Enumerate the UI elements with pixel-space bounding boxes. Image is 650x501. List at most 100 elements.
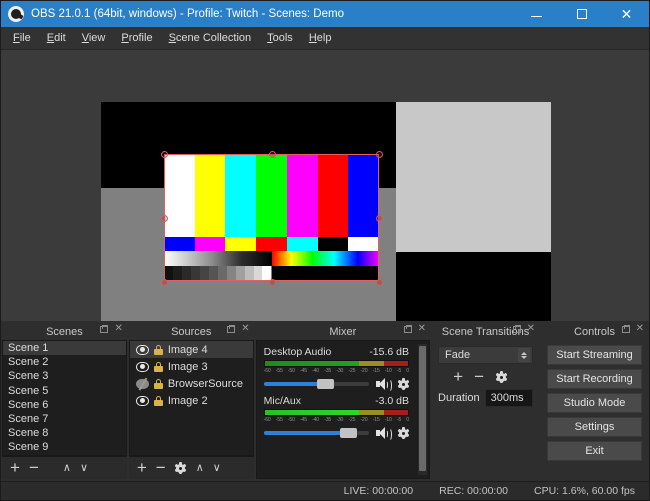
mixer-scrollbar-thumb[interactable] (419, 346, 426, 471)
sources-list[interactable]: Image 4 Image 3 BrowserSourceImage 2 (130, 341, 253, 409)
duration-input[interactable]: 300ms (485, 389, 533, 407)
meter-tick: -15 (373, 417, 380, 423)
audio-properties-gear-icon[interactable] (397, 378, 409, 390)
scene-list-item[interactable]: Scene 6 (3, 398, 126, 412)
control-button[interactable]: Start Recording (547, 369, 642, 389)
scene-list-item[interactable]: Scene 2 (3, 355, 126, 369)
volume-meter (264, 360, 409, 367)
maximize-button[interactable] (559, 1, 604, 27)
meter-tick: -30 (336, 368, 343, 374)
grayscale-steps-row (164, 266, 379, 281)
scenes-list-body[interactable]: Scene 1Scene 2Scene 3Scene 5Scene 6Scene… (2, 340, 127, 456)
source-list-item[interactable]: Image 3 (130, 358, 253, 375)
lock-icon[interactable] (154, 345, 163, 355)
color-bars-row-inverted (164, 237, 379, 251)
scene-list-item[interactable]: Scene 10 (3, 455, 126, 457)
obs-logo-icon (8, 6, 24, 22)
menu-tools[interactable]: Tools (259, 29, 301, 47)
window-title: OBS 21.0.1 (64bit, windows) - Profile: T… (31, 8, 344, 20)
color-bar-inverted (225, 237, 256, 251)
scenes-dock-title: Scenes (46, 326, 83, 338)
menu-scene-collection[interactable]: Scene Collection (161, 29, 260, 47)
menu-file[interactable]: File (5, 29, 39, 47)
move-source-down-button[interactable]: ∨ (213, 461, 221, 475)
scene-list-item[interactable]: Scene 1 (3, 341, 126, 355)
float-icon[interactable] (227, 326, 235, 333)
float-icon[interactable] (622, 326, 630, 333)
scene-list-item[interactable]: Scene 9 (3, 440, 126, 454)
move-source-up-button[interactable]: ∧ (196, 461, 204, 475)
meter-tick: -40 (312, 368, 319, 374)
mixer-source-level: -15.6 dB (369, 346, 409, 358)
source-list-item[interactable]: BrowserSource (130, 375, 253, 392)
scene-list-item[interactable]: Scene 3 (3, 369, 126, 383)
source-test-pattern[interactable] (164, 154, 379, 281)
scene-list-item[interactable]: Scene 8 (3, 426, 126, 440)
source-list-item[interactable]: Image 4 (130, 341, 253, 358)
float-icon[interactable] (100, 326, 108, 333)
gray-step (218, 266, 227, 281)
meter-tick: -35 (324, 368, 331, 374)
close-icon[interactable]: ✕ (636, 325, 644, 333)
volume-slider[interactable] (264, 382, 369, 386)
close-icon[interactable]: ✕ (527, 325, 535, 333)
remove-transition-button[interactable]: − (474, 370, 484, 384)
minimize-button[interactable] (514, 1, 559, 27)
transition-select-spinner-icon[interactable] (518, 348, 530, 362)
move-scene-up-button[interactable]: ∧ (63, 461, 71, 475)
mixer-scrollbar[interactable] (418, 344, 427, 475)
meter-tick: -20 (361, 417, 368, 423)
remove-scene-button[interactable]: − (29, 461, 39, 475)
preview-area[interactable] (1, 50, 649, 321)
scene-list-item[interactable]: Scene 7 (3, 412, 126, 426)
speaker-mute-icon[interactable] (376, 427, 390, 439)
lock-icon[interactable] (154, 396, 163, 406)
add-scene-button[interactable]: + (10, 461, 20, 475)
menu-edit[interactable]: Edit (39, 29, 74, 47)
transition-select[interactable]: Fade (438, 346, 533, 364)
eye-off-icon[interactable] (136, 379, 149, 389)
transition-properties-gear-icon[interactable] (495, 371, 507, 383)
control-button[interactable]: Studio Mode (547, 393, 642, 413)
menu-help[interactable]: Help (301, 29, 340, 47)
speaker-mute-icon[interactable] (376, 378, 390, 390)
close-button[interactable]: ✕ (604, 1, 649, 27)
float-icon[interactable] (404, 326, 412, 333)
meter-tick: -60 (264, 417, 271, 423)
float-icon[interactable] (513, 326, 521, 333)
meter-tick: -10 (385, 368, 392, 374)
grayscale-gradient (164, 251, 272, 266)
meter-tick: 0 (406, 368, 409, 374)
mixer-body[interactable]: Desktop Audio-15.6 dB-60-55-50-45-40-35-… (256, 340, 430, 479)
scenes-toolbar: + − ∧ ∨ (2, 456, 127, 479)
source-list-item[interactable]: Image 2 (130, 392, 253, 409)
add-transition-button[interactable]: + (453, 370, 463, 384)
sources-dock: Sources ✕ Image 4Image 3BrowserSourceIma… (129, 323, 254, 479)
scenes-list[interactable]: Scene 1Scene 2Scene 3Scene 5Scene 6Scene… (3, 341, 126, 456)
preview-canvas[interactable] (101, 102, 551, 321)
source-label: Image 3 (168, 361, 208, 373)
lock-icon[interactable] (154, 379, 163, 389)
menu-view[interactable]: View (74, 29, 114, 47)
close-icon[interactable]: ✕ (114, 325, 122, 333)
move-scene-down-button[interactable]: ∨ (80, 461, 88, 475)
mixer-dock: Mixer ✕ Desktop Audio-15.6 dB-60-55-50-4… (256, 323, 430, 479)
menu-profile[interactable]: Profile (113, 29, 160, 47)
control-button[interactable]: Settings (547, 417, 642, 437)
sources-list-body[interactable]: Image 4 Image 3 BrowserSourceImage 2 (129, 340, 254, 456)
scene-list-item[interactable]: Scene 5 (3, 384, 126, 398)
lock-icon[interactable] (154, 362, 163, 372)
remove-source-button[interactable]: − (156, 461, 166, 475)
control-button[interactable]: Exit (547, 441, 642, 461)
color-bar-inverted (348, 237, 379, 251)
eye-icon[interactable] (136, 396, 149, 406)
eye-icon[interactable] (136, 362, 149, 372)
close-icon[interactable]: ✕ (241, 325, 249, 333)
source-properties-gear-icon[interactable] (175, 462, 187, 474)
close-icon[interactable]: ✕ (418, 325, 426, 333)
volume-slider[interactable] (264, 431, 369, 435)
add-source-button[interactable]: + (137, 461, 147, 475)
audio-properties-gear-icon[interactable] (397, 427, 409, 439)
control-button[interactable]: Start Streaming (547, 345, 642, 365)
eye-icon[interactable] (136, 345, 149, 355)
